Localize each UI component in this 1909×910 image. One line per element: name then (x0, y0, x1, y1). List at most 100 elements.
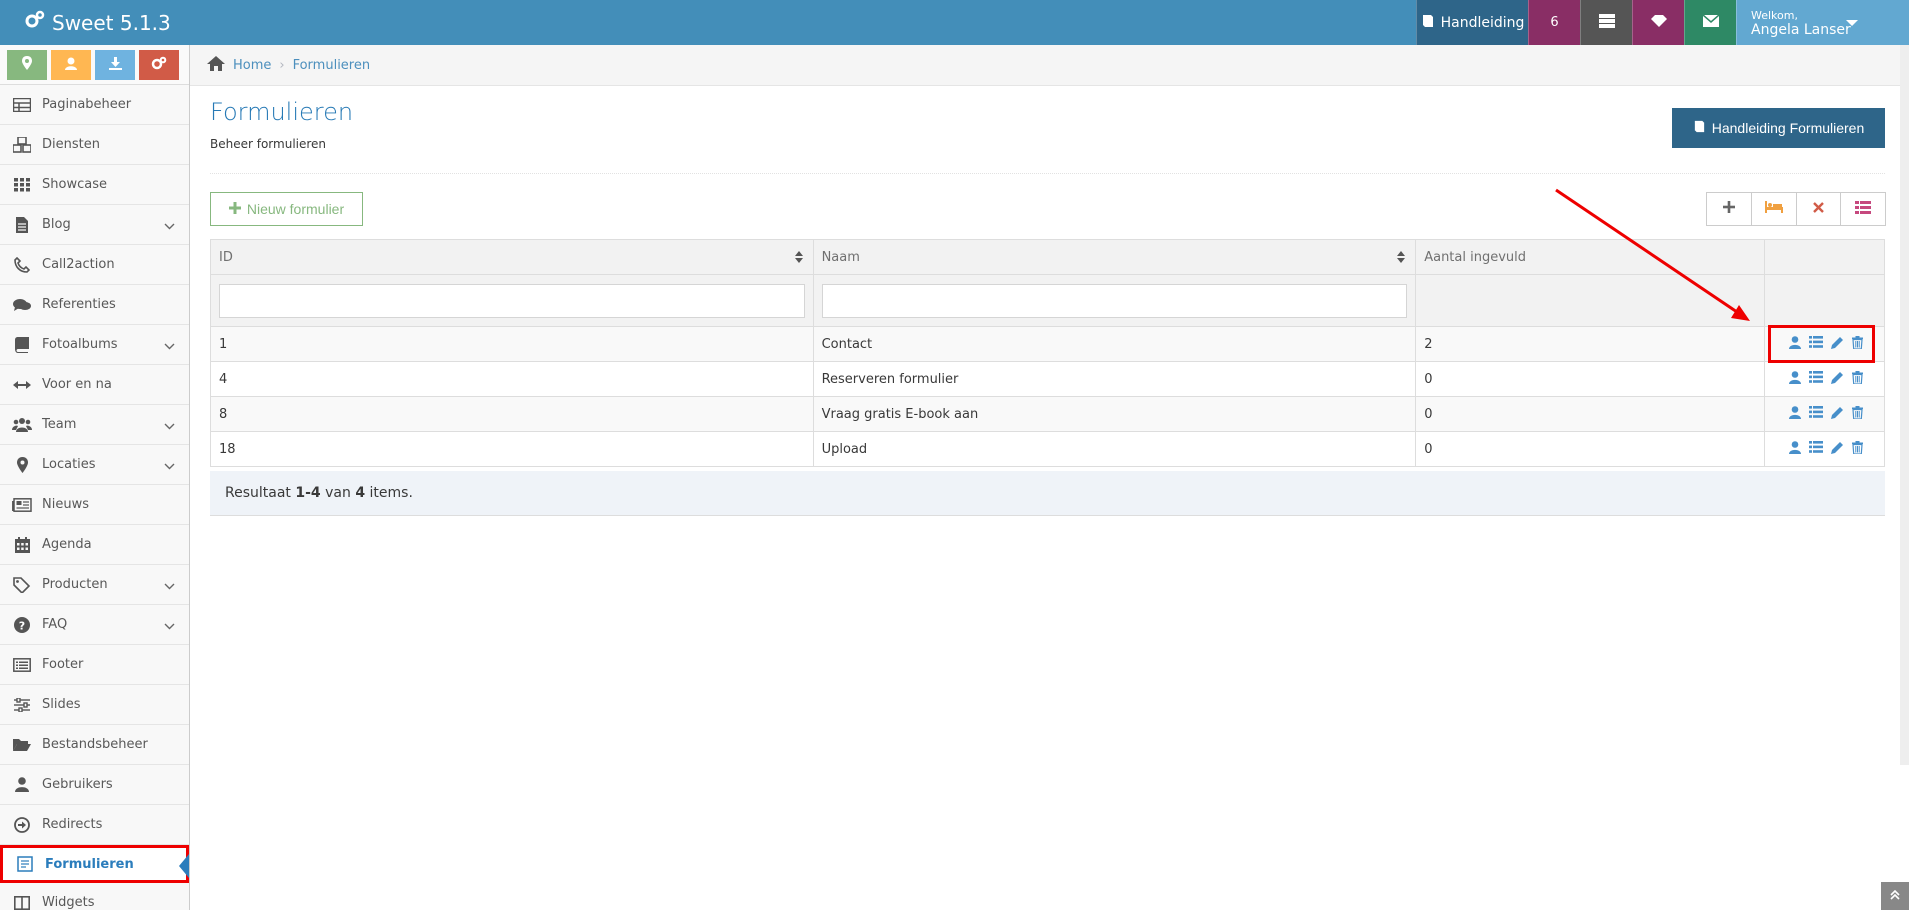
sidebar-item-showcase[interactable]: Showcase (0, 165, 189, 205)
user-icon[interactable] (1789, 335, 1801, 353)
bed-button[interactable] (1751, 193, 1797, 225)
sidebar-item-formulieren[interactable]: Formulieren (0, 845, 189, 883)
sidebar-item-gebruikers[interactable]: Gebruikers (0, 765, 189, 805)
brand[interactable]: Sweet 5.1.3 (24, 0, 171, 45)
diamond-button[interactable] (1632, 0, 1684, 45)
breadcrumb-home[interactable]: Home (233, 58, 271, 73)
user-icon[interactable] (1789, 370, 1801, 388)
sidebar-item-producten[interactable]: Producten (0, 565, 189, 605)
row-actions (1773, 370, 1884, 388)
sidebar-item-bestandsbeheer[interactable]: Bestandsbeheer (0, 725, 189, 765)
user-menu[interactable]: Welkom, Angela Lanser (1736, 0, 1900, 45)
trash-icon[interactable] (1852, 405, 1863, 423)
sidebar-item-widgets[interactable]: Widgets (0, 883, 189, 910)
sidebar-item-referenties[interactable]: Referenties (0, 285, 189, 325)
table-row[interactable]: 4 Reserveren formulier 0 (210, 361, 1885, 397)
sidebar-item-label: Locaties (42, 457, 96, 472)
sidebar-item-label: Blog (42, 217, 71, 232)
sidebar-item-faq[interactable]: ? FAQ (0, 605, 189, 645)
chevron-down-icon (164, 419, 175, 434)
phone-icon (12, 256, 32, 274)
list-icon[interactable] (1809, 441, 1823, 457)
sidebar-item-label: Producten (42, 577, 108, 592)
shortcut-location-button[interactable] (7, 49, 47, 80)
comments-icon (12, 296, 32, 314)
top-navbar: Sweet 5.1.3 Handleiding 6 Welkom, Angela… (0, 0, 1909, 45)
cell-actions (1764, 361, 1885, 397)
download-icon (108, 56, 122, 73)
sidebar-item-label: Gebruikers (42, 777, 113, 792)
user-name: Angela Lanser (1751, 21, 1851, 38)
sidebar-item-redirects[interactable]: Redirects (0, 805, 189, 845)
cell-id: 8 (210, 396, 814, 432)
sidebar-item-locaties[interactable]: Locaties (0, 445, 189, 485)
scrollbar[interactable] (1900, 45, 1909, 765)
shortcut-settings-button[interactable] (139, 49, 179, 80)
list-icon[interactable] (1809, 406, 1823, 422)
server-button[interactable] (1580, 0, 1632, 45)
manual-button[interactable]: Handleiding Formulieren (1672, 108, 1885, 148)
sidebar-item-team[interactable]: Team (0, 405, 189, 445)
cogs-icon (24, 10, 52, 35)
notifications-count: 6 (1550, 15, 1559, 30)
breadcrumb-current[interactable]: Formulieren (293, 58, 371, 73)
breadcrumb: Home › Formulieren (190, 45, 1909, 86)
handleiding-button[interactable]: Handleiding (1416, 0, 1528, 45)
cell-actions (1764, 431, 1885, 467)
cell-naam: Vraag gratis E-book aan (812, 396, 1417, 432)
notifications-badge[interactable]: 6 (1528, 0, 1580, 45)
sidebar-item-blog[interactable]: Blog (0, 205, 189, 245)
table-row[interactable]: 1 Contact 2 (210, 326, 1885, 362)
add-row-button[interactable] (1707, 193, 1752, 225)
back-to-top-button[interactable] (1881, 882, 1909, 910)
shortcut-user-button[interactable] (51, 49, 91, 80)
question-circle-icon: ? (12, 616, 32, 634)
trash-icon[interactable] (1852, 370, 1863, 388)
chevron-down-icon (164, 219, 175, 234)
manual-button-label: Handleiding Formulieren (1711, 120, 1865, 136)
pencil-icon[interactable] (1831, 441, 1844, 458)
sidebar-item-label: Slides (42, 697, 81, 712)
column-header-naam[interactable]: Naam (812, 239, 1417, 275)
sidebar-item-nieuws[interactable]: Nieuws (0, 485, 189, 525)
new-form-label: Nieuw formulier (246, 201, 345, 217)
list-icon[interactable] (1809, 371, 1823, 387)
shortcut-download-button[interactable] (95, 49, 135, 80)
column-header-id[interactable]: ID (210, 239, 814, 275)
trash-icon[interactable] (1852, 440, 1863, 458)
filter-row (210, 274, 1885, 327)
column-header-aantal[interactable]: Aantal ingevuld (1415, 239, 1765, 275)
bed-icon (1764, 201, 1783, 217)
sidebar-item-footer[interactable]: Footer (0, 645, 189, 685)
filter-naam-input[interactable] (821, 283, 1408, 318)
summary-middle: van (325, 485, 351, 501)
delete-selection-button[interactable] (1796, 193, 1842, 225)
sidebar-item-agenda[interactable]: Agenda (0, 525, 189, 565)
pencil-icon[interactable] (1831, 336, 1844, 353)
pencil-icon[interactable] (1831, 371, 1844, 388)
sidebar-item-slides[interactable]: Slides (0, 685, 189, 725)
cell-actions (1764, 396, 1885, 432)
cell-aantal: 0 (1415, 396, 1765, 432)
trash-icon[interactable] (1852, 335, 1863, 353)
filter-id-input[interactable] (219, 283, 805, 318)
columns-list-button[interactable] (1841, 193, 1885, 225)
messages-button[interactable] (1684, 0, 1736, 45)
table-row[interactable]: 8 Vraag gratis E-book aan 0 (210, 396, 1885, 432)
sidebar-item-paginabeheer[interactable]: Paginabeheer (0, 85, 189, 125)
new-form-button[interactable]: Nieuw formulier (210, 192, 363, 226)
close-icon (1813, 201, 1824, 217)
table-row[interactable]: 18 Upload 0 (210, 431, 1885, 467)
user-icon[interactable] (1789, 405, 1801, 423)
sidebar-item-voor-en-na[interactable]: Voor en na (0, 365, 189, 405)
sidebar-item-fotoalbums[interactable]: Fotoalbums (0, 325, 189, 365)
sidebar-item-diensten[interactable]: Diensten (0, 125, 189, 165)
sidebar: Paginabeheer Diensten Showcase Blog Call2act… (0, 45, 190, 910)
page-header: Formulieren Beheer formulieren Handleidi… (210, 98, 1885, 174)
tags-icon (12, 576, 32, 594)
user-icon[interactable] (1789, 440, 1801, 458)
pencil-icon[interactable] (1831, 406, 1844, 423)
sidebar-item-call2action[interactable]: Call2action (0, 245, 189, 285)
list-icon[interactable] (1809, 336, 1823, 352)
filter-cell-naam (812, 274, 1417, 327)
